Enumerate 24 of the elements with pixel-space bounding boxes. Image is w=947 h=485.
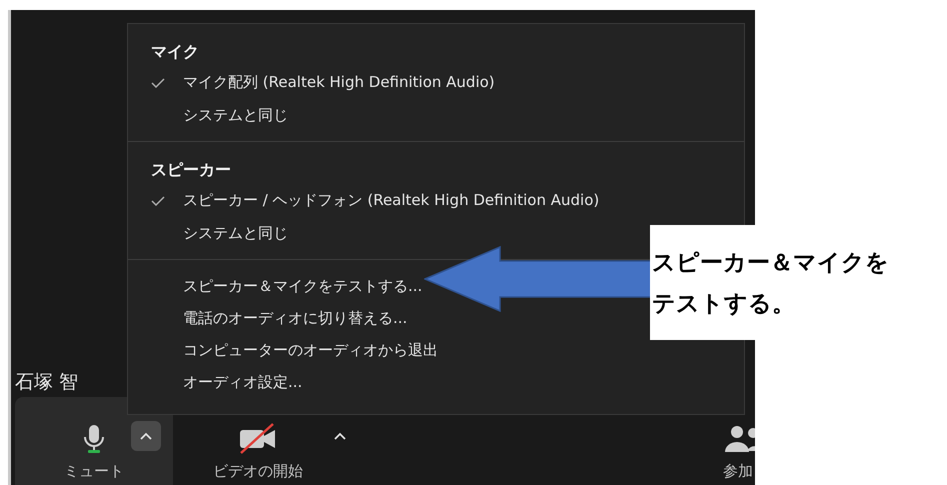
menu-item[interactable]: オーディオ設定... [183,372,302,392]
participants-button[interactable]: 参加 [723,397,755,485]
menu-heading: スピーカー [150,159,231,181]
start-video-button[interactable]: ビデオの開始 [183,397,333,485]
callout-text: スピーカー＆マイクを [652,248,889,278]
menu-item[interactable]: システムと同じ [128,99,288,132]
menu-item[interactable]: コンピューターのオーディオから退出 [183,340,438,360]
menu-item-label: マイク配列 (Realtek High Definition Audio) [183,73,495,92]
callout-text: テストする。 [652,290,795,318]
menu-item[interactable]: 電話のオーディオに切り替える... [183,308,408,328]
menu-heading: マイク [150,41,199,63]
menu-item[interactable]: システムと同じ [128,217,288,250]
caret-icon [334,432,346,440]
microphone-icon [83,424,105,454]
menu-item[interactable]: スピーカー＆マイクをテストする... [183,276,422,296]
menu-item-label: システムと同じ [183,106,288,125]
caret-icon [140,432,152,440]
menu-item-label: スピーカー / ヘッドフォン (Realtek High Definition Audio) [183,191,600,210]
menu-item-label: システムと同じ [183,224,288,243]
menu-item[interactable]: マイク配列 (Realtek High Definition Audio) [128,66,495,99]
menu-item[interactable]: スピーカー / ヘッドフォン (Realtek High Definition Audio) [128,184,600,217]
caret-button[interactable] [131,421,161,451]
mute-button[interactable]: ミュート [15,397,173,485]
participant-name: 石塚 智 [15,370,78,395]
